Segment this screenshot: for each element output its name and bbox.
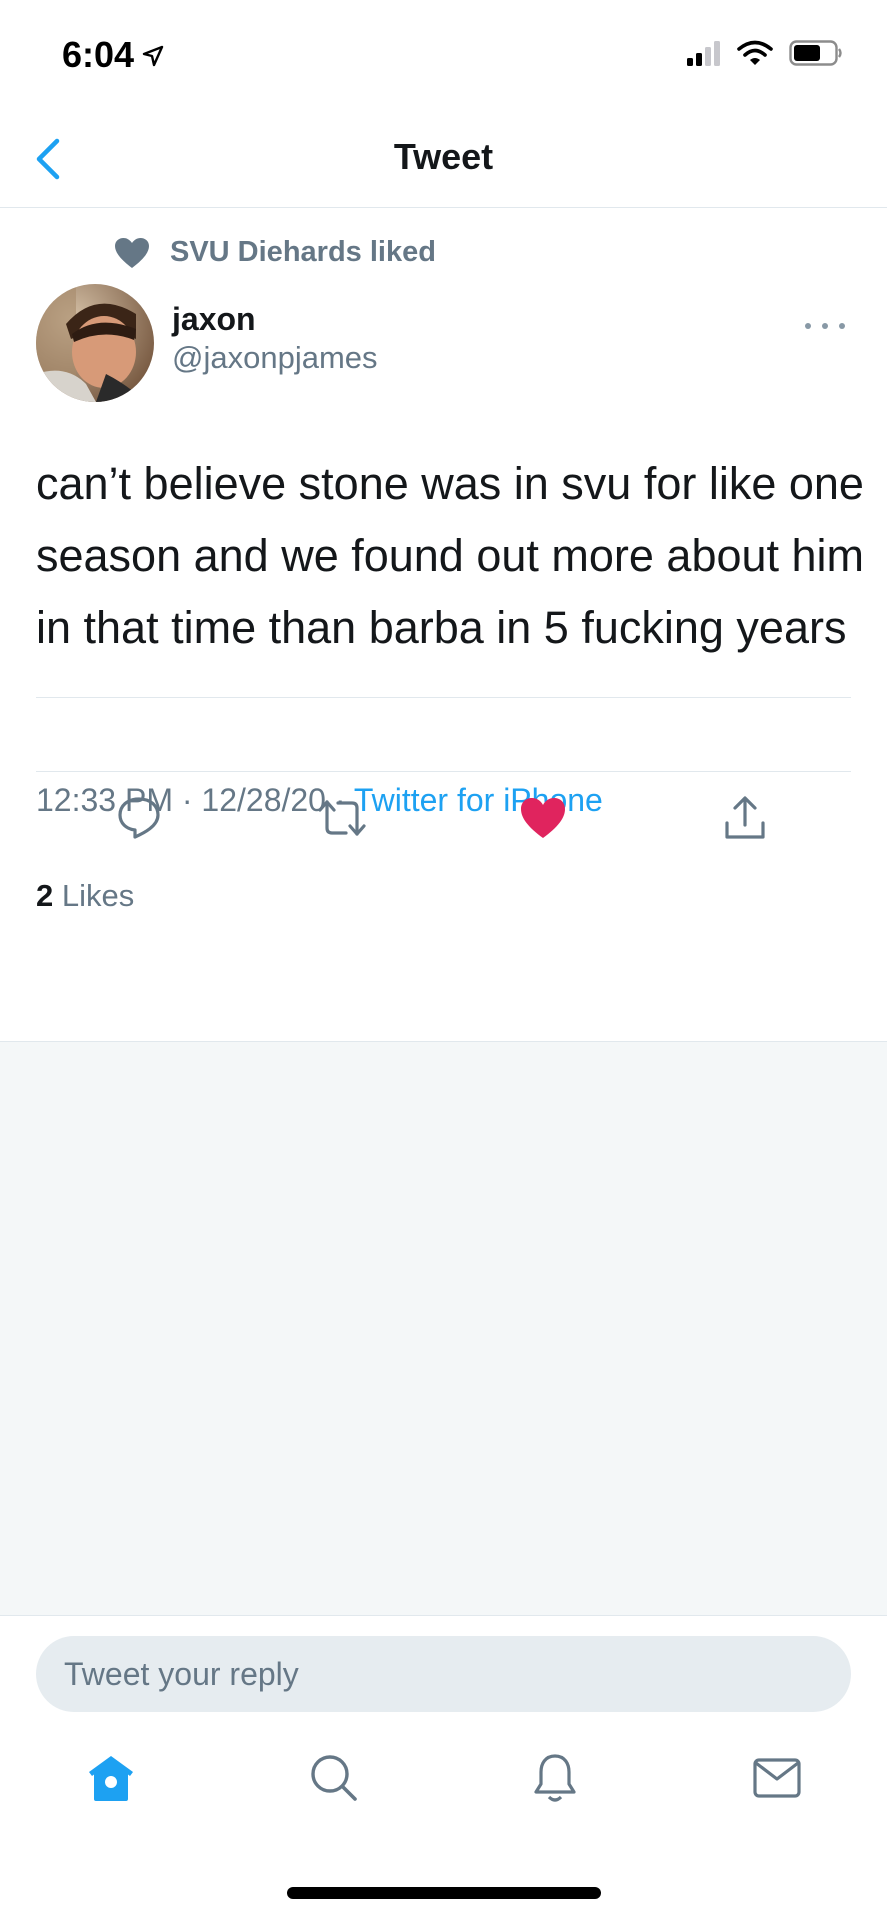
- signal-icon: [687, 40, 721, 71]
- author-name: jaxon: [172, 301, 256, 337]
- notifications-icon: [534, 1754, 576, 1802]
- share-icon: [725, 796, 765, 839]
- tab-home[interactable]: [79, 1746, 143, 1810]
- like-icon: [521, 798, 565, 838]
- avatar[interactable]: [36, 284, 154, 402]
- more-options-button[interactable]: [805, 314, 845, 338]
- divider: [36, 697, 851, 698]
- like-button[interactable]: [515, 790, 571, 846]
- reply-icon: [118, 797, 160, 839]
- page-title: Tweet: [393, 136, 494, 177]
- search-icon: [311, 1755, 357, 1801]
- author-handle: @jaxonpjames: [172, 340, 378, 375]
- navigation-header: Tweet: [0, 110, 887, 208]
- more-dot-icon: [805, 323, 811, 329]
- more-dot-icon: [822, 323, 828, 329]
- heart-icon: [115, 237, 149, 268]
- retweet-icon: [318, 800, 366, 836]
- retweet-button[interactable]: [314, 790, 370, 846]
- more-dot-icon: [839, 323, 845, 329]
- tweet-detail: SVU Diehards liked jaxon @jaxonpjames ca…: [0, 208, 887, 1042]
- home-indicator: [287, 1887, 601, 1899]
- status-indicators: [687, 40, 843, 71]
- author-info[interactable]: jaxon @jaxonpjames: [172, 300, 378, 378]
- home-icon: [89, 1756, 133, 1801]
- likes-number: 2: [36, 878, 54, 913]
- status-bar: 6:04: [0, 0, 887, 110]
- reply-composer: [0, 1616, 887, 1726]
- share-button[interactable]: [717, 790, 773, 846]
- tab-bar: [0, 1726, 887, 1846]
- status-time-label: 6:04: [62, 34, 135, 75]
- messages-icon: [753, 1758, 801, 1798]
- likes-count[interactable]: 2 Likes: [36, 878, 134, 914]
- location-arrow-icon: [142, 34, 164, 76]
- tab-search[interactable]: [302, 1746, 366, 1810]
- reply-button[interactable]: [111, 790, 167, 846]
- tab-messages[interactable]: [745, 1746, 809, 1810]
- tab-notifications[interactable]: [523, 1746, 587, 1810]
- status-time: 6:04: [62, 34, 164, 76]
- reply-input[interactable]: [36, 1636, 851, 1712]
- tweet-text: can’t believe stone was in svu for like …: [36, 458, 865, 653]
- social-context-label: SVU Diehards liked: [170, 236, 436, 268]
- social-context[interactable]: SVU Diehards liked: [114, 236, 436, 269]
- likes-label: Likes: [61, 878, 135, 913]
- replies-area: [0, 1042, 887, 1616]
- battery-icon: [789, 40, 843, 71]
- wifi-icon: [737, 40, 773, 71]
- tweet-actions: [0, 772, 887, 862]
